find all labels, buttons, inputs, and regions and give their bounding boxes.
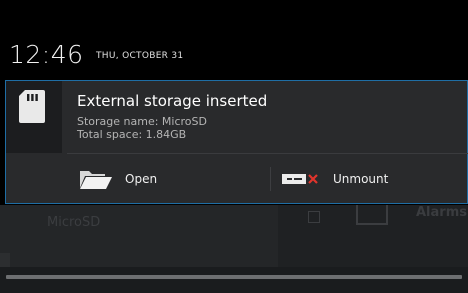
background-app: MicroSD Alarms <box>0 205 468 293</box>
background-microsd-label: MicroSD <box>47 215 101 230</box>
shade-drag-handle[interactable] <box>6 275 462 279</box>
open-button[interactable]: Open <box>79 154 259 204</box>
folder-icon <box>80 171 112 189</box>
background-alarm-icon <box>356 205 388 225</box>
unmount-label: Unmount <box>333 172 389 186</box>
storage-name-text: Storage name: MicroSD <box>77 115 207 128</box>
open-label: Open <box>125 172 158 186</box>
sd-card-icon <box>19 90 45 123</box>
unmount-icon <box>282 174 318 184</box>
notification-icon-box <box>6 81 62 153</box>
clock[interactable]: 12:46 <box>9 40 84 70</box>
date[interactable]: THU, OCTOBER 31 <box>96 51 183 61</box>
background-right-pane: Alarms <box>278 205 468 267</box>
notification-title: External storage inserted <box>77 92 268 110</box>
unmount-button[interactable]: Unmount <box>281 154 461 204</box>
status-header: 12:46 THU, OCTOBER 31 <box>0 0 468 75</box>
background-left-pane: MicroSD <box>0 205 278 267</box>
action-separator <box>270 167 271 191</box>
total-space-text: Total space: 1.84GB <box>77 128 187 141</box>
background-alarms-label: Alarms <box>416 205 467 220</box>
background-edge <box>0 253 10 267</box>
background-checkbox <box>308 211 320 223</box>
storage-notification[interactable]: External storage inserted Storage name: … <box>5 80 468 204</box>
